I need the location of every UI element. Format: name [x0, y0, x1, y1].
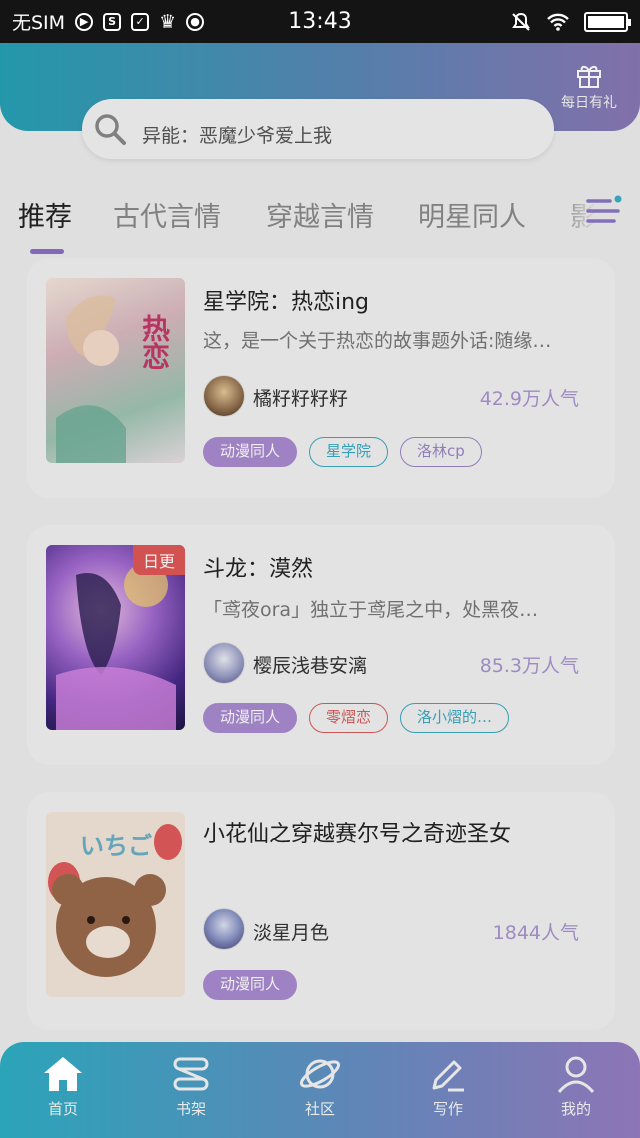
book-description: 「鸢夜ora」独立于鸢尾之中，处黑夜… — [203, 599, 539, 621]
book-cover[interactable]: いちご — [46, 812, 185, 997]
cover-title: いちご — [80, 832, 152, 860]
planet-icon — [299, 1059, 341, 1089]
tag-chip[interactable]: 零熠恋 — [309, 703, 389, 733]
book-card[interactable]: いちご 小花仙之穿越赛尔号之奇迹圣女 淡星月色 1844人气 动漫同人 — [27, 792, 615, 1030]
mute-icon — [512, 12, 530, 31]
author-name[interactable]: 樱辰浅巷安漓 — [253, 651, 367, 678]
tag-list: 动漫同人 — [203, 970, 298, 1000]
popularity-count: 85.3万人气 — [479, 655, 579, 677]
cover-title: 热恋 — [138, 314, 171, 370]
tag-chip[interactable]: 动漫同人 — [203, 437, 298, 467]
book-cover-art — [56, 295, 126, 463]
tag-chip[interactable]: 动漫同人 — [203, 703, 298, 733]
tag-chip[interactable]: 星学院 — [309, 437, 389, 467]
bookshelf-icon — [173, 1057, 209, 1091]
popularity-count: 42.9万人气 — [479, 388, 579, 410]
search-icon — [95, 114, 126, 145]
battery-icon — [584, 11, 631, 32]
s-app-icon: S — [103, 12, 122, 31]
carrier-label: 无SIM — [12, 12, 66, 34]
status-bar: 无SIM ▶ S ✓ ♛ ● 13:43 — [0, 0, 640, 43]
tag-list: 动漫同人 零熠恋 洛小熠的… — [203, 703, 510, 733]
daily-gift-button[interactable]: 每日有礼 — [556, 62, 622, 112]
play-icon: ▶ — [75, 12, 94, 31]
wifi-icon — [547, 13, 569, 31]
category-menu-icon[interactable] — [584, 191, 624, 231]
tag-list: 动漫同人 星学院 洛林cp — [203, 437, 482, 467]
home-icon — [44, 1057, 82, 1091]
active-tab-indicator — [30, 249, 64, 254]
book-title[interactable]: 星学院：热恋ing — [203, 284, 369, 316]
nav-write[interactable]: 写作 — [403, 1054, 493, 1119]
tag-chip[interactable]: 洛林cp — [400, 437, 482, 467]
tab-recommend[interactable]: 推荐 — [18, 195, 72, 234]
search-placeholder: 异能：恶魔少爷爱上我 — [142, 124, 333, 147]
crown-icon: ♛ — [159, 10, 177, 33]
book-cover[interactable]: 热恋 — [46, 278, 185, 463]
tag-chip[interactable]: 动漫同人 — [203, 970, 298, 1000]
daily-update-badge: 日更 — [132, 545, 185, 575]
bottom-navigation: 首页 书架 社区 写作 我的 — [0, 1042, 640, 1138]
nav-bookshelf[interactable]: 书架 — [146, 1054, 236, 1119]
tab-ancient-romance[interactable]: 古代言情 — [113, 195, 221, 234]
author-name[interactable]: 淡星月色 — [253, 918, 329, 945]
book-description: 这，是一个关于热恋的故事题外话:随缘… — [203, 330, 552, 352]
nav-label: 社区 — [304, 1100, 335, 1118]
nav-label: 书架 — [175, 1100, 206, 1118]
book-title[interactable]: 小花仙之穿越赛尔号之奇迹圣女 — [203, 816, 511, 848]
nav-home[interactable]: 首页 — [18, 1054, 108, 1119]
author-name[interactable]: 橘籽籽籽籽 — [253, 384, 348, 411]
nav-community[interactable]: 社区 — [275, 1054, 365, 1119]
nav-label: 写作 — [432, 1100, 463, 1118]
search-bar[interactable]: 异能：恶魔少爷爱上我 — [82, 99, 554, 159]
tab-time-travel-romance[interactable]: 穿越言情 — [266, 195, 374, 234]
author-avatar[interactable] — [203, 908, 245, 950]
author-avatar[interactable] — [203, 642, 245, 684]
nav-profile[interactable]: 我的 — [531, 1054, 621, 1119]
popularity-count: 1844人气 — [492, 922, 579, 944]
book-card[interactable]: 日更 斗龙：漠然 「鸢夜ora」独立于鸢尾之中，处黑夜… 樱辰浅巷安漓 85.3… — [27, 525, 615, 765]
check-icon: ✓ — [131, 12, 150, 31]
profile-icon — [557, 1056, 595, 1094]
pen-icon — [432, 1060, 464, 1092]
category-tabs: 推荐 古代言情 穿越言情 明星同人 影视 — [0, 185, 640, 255]
nav-label: 我的 — [560, 1100, 591, 1118]
tab-celebrity-fanfic[interactable]: 明星同人 — [418, 195, 526, 234]
nav-label: 首页 — [47, 1100, 78, 1118]
gift-icon — [577, 65, 601, 88]
author-avatar[interactable] — [203, 375, 245, 417]
tag-chip[interactable]: 洛小熠的… — [400, 703, 510, 733]
book-card[interactable]: 热恋 星学院：热恋ing 这，是一个关于热恋的故事题外话:随缘… 橘籽籽籽籽 4… — [27, 258, 615, 498]
gift-label: 每日有礼 — [561, 95, 617, 111]
book-title[interactable]: 斗龙：漠然 — [203, 551, 313, 583]
camera-icon: ● — [186, 12, 205, 31]
book-cover[interactable]: 日更 — [46, 545, 185, 730]
